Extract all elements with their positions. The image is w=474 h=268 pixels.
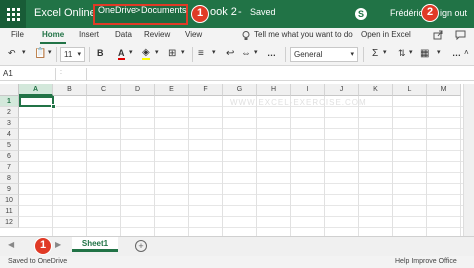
prev-sheet-icon[interactable]: ◀ — [8, 240, 14, 249]
app-name[interactable]: Excel Online — [34, 7, 96, 19]
column-header[interactable]: A — [19, 84, 53, 96]
callout-badge: 1 — [191, 5, 209, 23]
toolbar-divider — [285, 47, 286, 62]
toolbar-divider — [192, 47, 193, 62]
wrap-text-icon[interactable]: ↩ — [226, 48, 234, 59]
comment-icon[interactable] — [455, 30, 466, 40]
align-left-icon[interactable]: ≡ — [198, 48, 204, 59]
tab-file[interactable]: File — [11, 30, 24, 39]
skype-icon[interactable]: S — [355, 8, 367, 20]
tab-view[interactable]: View — [185, 30, 202, 39]
undo-icon[interactable]: ↶ — [8, 48, 16, 59]
callout-badge: 2 — [421, 4, 439, 22]
share-icon[interactable] — [433, 30, 443, 40]
tab-home[interactable]: Home — [42, 30, 64, 39]
sheet-tab-sheet1[interactable]: Sheet1 — [72, 237, 118, 252]
toolbar-divider — [56, 47, 57, 62]
next-sheet-icon[interactable]: ▶ — [55, 240, 61, 249]
fill-handle[interactable] — [51, 104, 56, 109]
user-name[interactable]: Frédéric — [390, 8, 423, 18]
bold-button[interactable]: B — [97, 48, 104, 58]
autosum-icon[interactable]: Σ — [372, 48, 378, 59]
row-header[interactable]: 8 — [0, 173, 19, 184]
sort-dropdown-icon[interactable]: ▾ — [409, 48, 413, 56]
save-status: Saved — [250, 7, 276, 17]
vertical-scrollbar[interactable] — [463, 84, 474, 236]
font-color-button[interactable]: A — [118, 48, 125, 60]
row-header[interactable]: 1 — [0, 96, 19, 107]
row-header[interactable]: 9 — [0, 184, 19, 195]
toolbar-divider — [89, 47, 90, 62]
row-header[interactable]: 3 — [0, 118, 19, 129]
select-all-corner[interactable] — [0, 84, 19, 96]
cell-grid[interactable] — [19, 96, 463, 236]
sign-out-link[interactable]: ign out — [440, 8, 467, 18]
undo-dropdown-icon[interactable]: ▾ — [22, 48, 26, 56]
column-header[interactable]: L — [393, 84, 427, 96]
toolbar-divider — [363, 47, 364, 62]
merge-cells-icon[interactable]: ⇔ — [241, 48, 251, 59]
borders-dropdown-icon[interactable]: ▾ — [181, 48, 185, 56]
column-header[interactable]: M — [427, 84, 461, 96]
column-header[interactable]: H — [257, 84, 291, 96]
formula-input[interactable] — [86, 68, 472, 80]
breadcrumb-documents[interactable]: Documents — [141, 5, 187, 15]
callout-badge: 1 — [34, 237, 52, 255]
column-header[interactable]: I — [291, 84, 325, 96]
lightbulb-icon — [242, 31, 250, 40]
row-header[interactable]: 6 — [0, 151, 19, 162]
title-separator: - — [238, 6, 242, 18]
row-header[interactable]: 12 — [0, 217, 19, 228]
formula-divider: : — [60, 69, 62, 76]
borders-icon[interactable]: ⊞ — [168, 48, 176, 59]
row-header[interactable]: 10 — [0, 195, 19, 206]
font-size-value: 11 — [64, 50, 73, 59]
column-header[interactable]: D — [121, 84, 155, 96]
watermark: WWW.EXCEL-EXERCISE.COM — [230, 98, 367, 107]
tell-me-search[interactable]: Tell me what you want to do — [254, 30, 353, 39]
tab-review[interactable]: Review — [144, 30, 170, 39]
font-color-dropdown-icon[interactable]: ▾ — [129, 48, 133, 56]
number-format-select[interactable]: General ▾ — [290, 47, 358, 62]
column-header[interactable]: K — [359, 84, 393, 96]
open-in-excel-button[interactable]: Open in Excel — [361, 30, 411, 39]
autosum-dropdown-icon[interactable]: ▾ — [383, 48, 387, 56]
column-header[interactable]: F — [189, 84, 223, 96]
column-header[interactable]: G — [223, 84, 257, 96]
row-header[interactable]: 11 — [0, 206, 19, 217]
more-alignment-icon[interactable]: … — [267, 48, 276, 58]
font-size-select[interactable]: 11 ▾ — [60, 47, 85, 62]
add-sheet-button[interactable]: + — [135, 240, 147, 252]
paste-icon[interactable]: 📋 — [34, 48, 46, 59]
save-location-status: Saved to OneDrive — [8, 258, 68, 265]
column-header[interactable]: B — [53, 84, 87, 96]
collapse-ribbon-icon[interactable]: ˄ — [464, 48, 469, 57]
column-header[interactable]: J — [325, 84, 359, 96]
selected-cell[interactable] — [19, 96, 54, 107]
name-box[interactable]: A1 — [0, 68, 56, 80]
fill-color-icon[interactable]: ◈ — [142, 48, 150, 60]
app-launcher-icon[interactable] — [0, 0, 26, 28]
row-header[interactable]: 4 — [0, 129, 19, 140]
sort-filter-icon[interactable]: ⇅ — [398, 48, 406, 59]
column-header[interactable]: E — [155, 84, 189, 96]
more-options-icon[interactable]: … — [452, 48, 461, 58]
table-dropdown-icon[interactable]: ▾ — [437, 48, 441, 56]
breadcrumb-separator: > — [135, 5, 141, 15]
row-header[interactable]: 2 — [0, 107, 19, 118]
row-header[interactable]: 5 — [0, 140, 19, 151]
align-dropdown-icon[interactable]: ▾ — [212, 48, 216, 56]
document-name[interactable]: ook 2 — [210, 6, 237, 18]
row-header[interactable]: 7 — [0, 162, 19, 173]
paste-dropdown-icon[interactable]: ▾ — [48, 48, 52, 56]
merge-dropdown-icon[interactable]: ▾ — [254, 48, 258, 56]
breadcrumb-onedrive[interactable]: OneDrive — [98, 5, 136, 15]
column-header[interactable]: C — [87, 84, 121, 96]
number-format-value: General — [294, 50, 323, 59]
table-icon[interactable]: ▦ — [420, 48, 429, 59]
tab-data[interactable]: Data — [115, 30, 132, 39]
fill-color-dropdown-icon[interactable]: ▾ — [155, 48, 159, 56]
tab-insert[interactable]: Insert — [79, 30, 99, 39]
help-improve-link[interactable]: Help Improve Office — [395, 258, 457, 265]
